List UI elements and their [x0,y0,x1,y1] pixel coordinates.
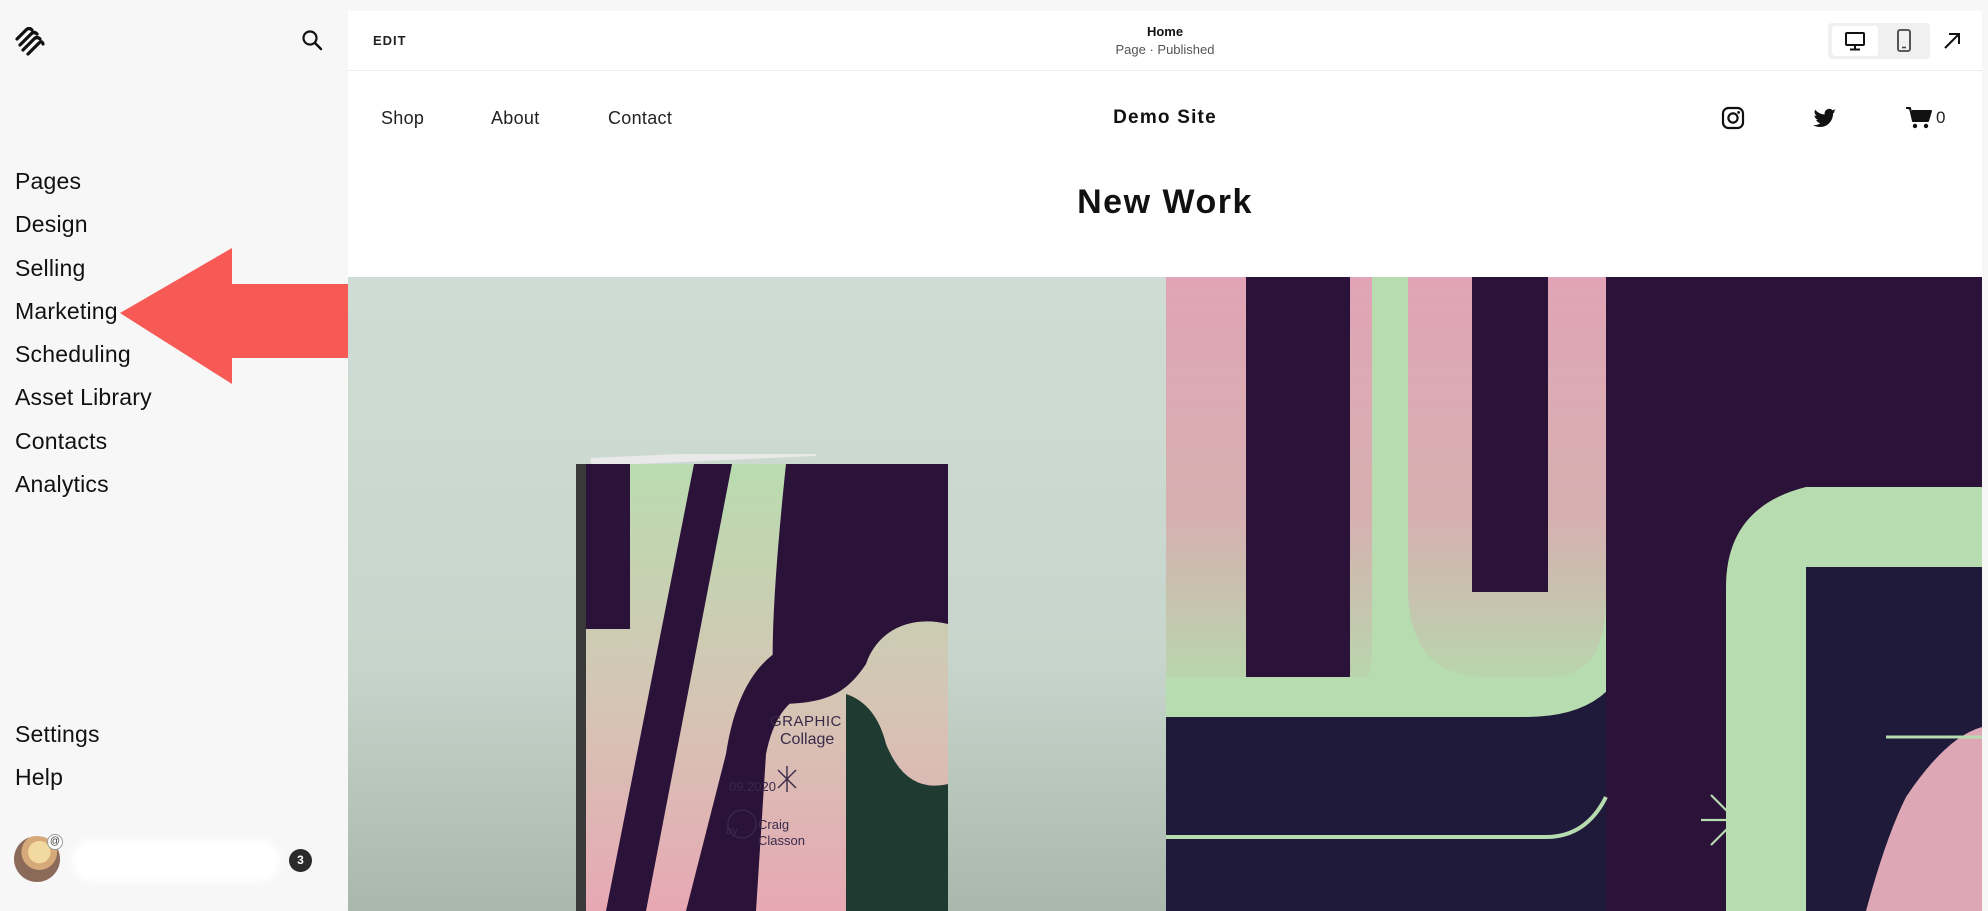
book-author-first: Craig [758,817,790,832]
nav-item-settings[interactable]: Settings [15,713,100,756]
notification-badge[interactable]: 3 [289,849,312,872]
book-title-line1: GRAPHIC [770,713,842,730]
redacted-user-name [78,846,274,876]
mobile-view-button[interactable] [1882,26,1926,56]
nav-item-contacts[interactable]: Contacts [15,420,152,463]
page-status: Page · Published [1115,42,1215,57]
page-title: Home [1146,24,1184,39]
gallery-image-abstract[interactable] [1166,277,1982,911]
section-title: New Work [1077,183,1253,221]
book-date: 09.2020 [729,779,776,794]
avatar-badge: @ [47,834,63,850]
nav-item-pages[interactable]: Pages [15,160,152,203]
search-icon[interactable] [300,28,324,52]
book-by: by [726,825,738,837]
cart-count[interactable]: 0 [1936,108,1945,128]
editor-topbar: EDIT Home Page · Published [348,11,1982,71]
cart-icon[interactable] [1905,106,1933,130]
device-view-toggle [1828,23,1930,59]
instagram-icon[interactable] [1721,106,1745,130]
mobile-icon [1897,29,1911,52]
sidebar: Pages Design Selling Marketing Schedulin… [0,0,348,911]
twitter-icon[interactable] [1813,108,1837,130]
abstract-artwork-illustration [1166,277,1982,911]
bottom-nav: Settings Help [15,713,100,800]
desktop-icon [1845,32,1865,51]
desktop-view-button[interactable] [1832,26,1878,56]
book-author-last: Classon [758,833,805,848]
nav-item-help[interactable]: Help [15,756,100,799]
squarespace-logo-icon[interactable] [14,27,46,57]
gallery-image-book[interactable] [348,277,1166,911]
editor-preview-frame: EDIT Home Page · Published Shop About Co… [348,11,1982,911]
book-title-line2: Collage [780,731,835,748]
expand-arrow-icon[interactable] [1940,29,1964,53]
nav-item-analytics[interactable]: Analytics [15,463,152,506]
nav-item-design[interactable]: Design [15,203,152,246]
